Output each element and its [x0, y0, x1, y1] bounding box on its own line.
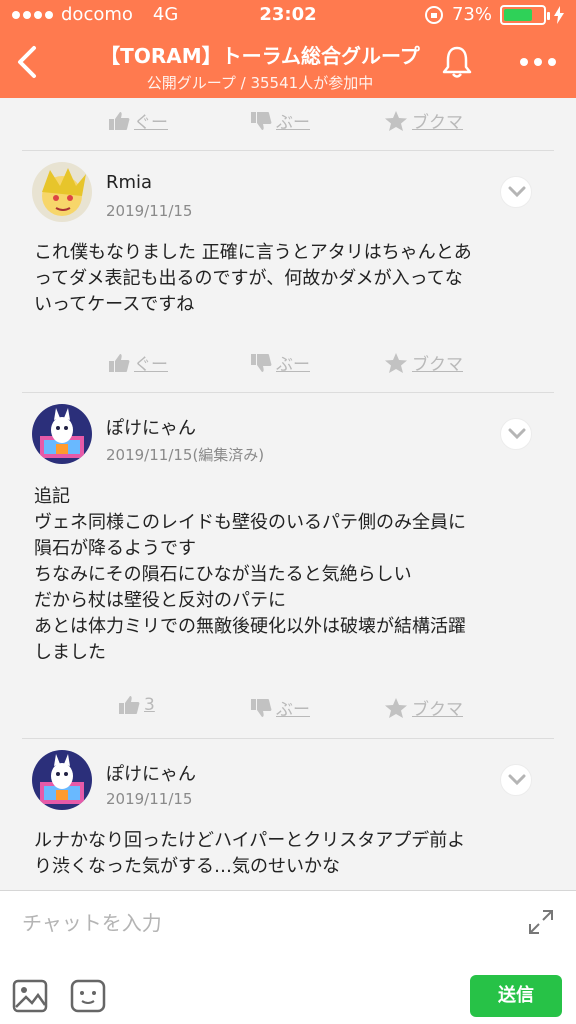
good-count: 3: [144, 695, 155, 715]
image-icon[interactable]: [12, 979, 48, 1013]
avatar[interactable]: [32, 750, 92, 810]
author-name[interactable]: ぽけにゃん: [106, 760, 196, 786]
thumbs-up-icon: [119, 696, 140, 714]
thumbs-up-icon: [109, 353, 130, 372]
more-icon[interactable]: [520, 58, 556, 66]
divider: [22, 392, 554, 393]
group-subtitle: 公開グループ / 35541人が参加中: [146, 74, 374, 92]
post-text: ルナかなり回ったけどハイパーとクリスタアプデ前よ り渋くなった気がする…気のせい…: [34, 830, 466, 877]
nav-bar: 【TORAM】トーラム総合グループ 公開グループ / 35541人が参加中: [0, 30, 576, 98]
avatar[interactable]: [32, 404, 92, 464]
good-label: ぐー: [134, 355, 168, 375]
expand-icon[interactable]: [528, 909, 554, 935]
good-button[interactable]: ぐー: [108, 350, 168, 375]
thumbs-down-icon: [251, 353, 272, 372]
battery-icon: [500, 4, 550, 25]
post-date: 2019/11/15(編集済み): [106, 446, 265, 464]
post-date: 2019/11/15: [106, 202, 193, 220]
chat-input[interactable]: チャットを入力: [22, 907, 162, 936]
bookmark-button[interactable]: ブクマ: [384, 350, 463, 375]
post-menu-button[interactable]: [500, 418, 532, 450]
bookmark-button[interactable]: ブクマ: [384, 695, 463, 720]
rotation-lock-icon: [424, 5, 443, 24]
chevron-down-icon: [508, 774, 526, 786]
chat-composer: チャットを入力 送信: [0, 890, 576, 1024]
bookmark-label: ブクマ: [412, 355, 463, 375]
author-name[interactable]: ぽけにゃん: [106, 414, 196, 440]
sticker-icon[interactable]: [70, 979, 106, 1013]
status-bar: docomo 4G 23:02 73%: [0, 0, 576, 30]
boo-button[interactable]: ぶー: [250, 695, 310, 720]
send-button[interactable]: 送信: [470, 975, 562, 1017]
thumbs-down-icon: [251, 698, 272, 717]
chevron-down-icon: [508, 186, 526, 198]
good-button[interactable]: ぐー: [108, 108, 168, 133]
bookmark-button[interactable]: ブクマ: [384, 108, 463, 133]
post-text: 追記 ヴェネ同様このレイドも壁役のいるパテ側のみ全員に 隕石が降るようです ちな…: [34, 486, 466, 663]
good-button[interactable]: 3: [118, 695, 155, 715]
avatar[interactable]: [32, 162, 92, 222]
group-title: 【TORAM】トーラム総合グループ: [100, 44, 420, 68]
good-label: ぐー: [134, 113, 168, 133]
boo-label: ぶー: [276, 700, 310, 720]
boo-label: ぶー: [276, 355, 310, 375]
post-text: これ僕もなりました 正確に言うとアタリはちゃんとあ ってダメ表記も出るのですが、…: [34, 242, 472, 315]
star-icon: [385, 352, 407, 373]
reaction-bar: 3 ぶー ブクマ: [0, 695, 576, 723]
boo-button[interactable]: ぶー: [250, 108, 310, 133]
battery-percent: 73%: [451, 4, 492, 25]
boo-button[interactable]: ぶー: [250, 350, 310, 375]
author-name[interactable]: Rmia: [106, 172, 152, 193]
boo-label: ぶー: [276, 113, 310, 133]
divider: [22, 150, 554, 151]
divider: [22, 738, 554, 739]
app-header: docomo 4G 23:02 73% 【TORAM】トーラム総合グループ 公開…: [0, 0, 576, 98]
reaction-bar: ぐー ぶー ブクマ: [0, 350, 576, 378]
post-date: 2019/11/15: [106, 790, 193, 808]
star-icon: [385, 697, 407, 718]
bookmark-label: ブクマ: [412, 700, 463, 720]
post-menu-button[interactable]: [500, 764, 532, 796]
reaction-bar: ぐー ぶー ブクマ: [0, 108, 576, 136]
back-icon[interactable]: [12, 42, 42, 82]
chevron-down-icon: [508, 428, 526, 440]
star-icon: [385, 110, 407, 131]
bell-icon[interactable]: [440, 44, 474, 80]
charging-icon: [554, 5, 564, 24]
thumbs-up-icon: [109, 111, 130, 130]
bookmark-label: ブクマ: [412, 113, 463, 133]
post-menu-button[interactable]: [500, 176, 532, 208]
group-title-block[interactable]: 【TORAM】トーラム総合グループ 公開グループ / 35541人が参加中: [90, 40, 430, 93]
thumbs-down-icon: [251, 111, 272, 130]
